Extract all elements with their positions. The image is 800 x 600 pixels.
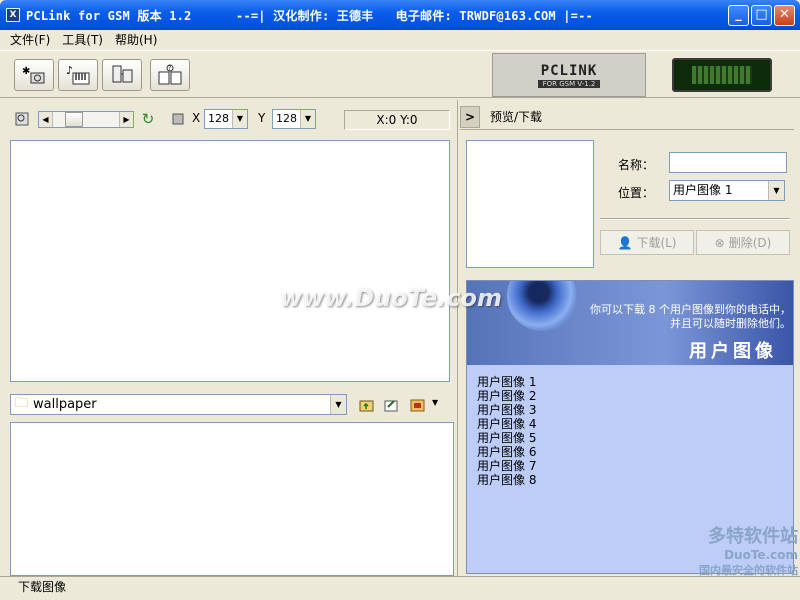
zoom-slider[interactable]: ◀ ▶: [38, 111, 134, 128]
corner-watermark: 多特软件站 DuoTe.com 国内最安全的软件站: [668, 522, 798, 578]
folder-value: wallpaper: [33, 397, 97, 412]
close-button[interactable]: ✕: [774, 5, 795, 26]
image-canvas[interactable]: [10, 140, 450, 382]
slider-left-arrow-icon[interactable]: ◀: [39, 112, 53, 127]
coordinates-display: X:0 Y:0: [344, 110, 450, 130]
slider-right-arrow-icon[interactable]: ▶: [119, 112, 133, 127]
minimize-button[interactable]: _: [728, 5, 749, 26]
preview-header: > 预览/下载: [460, 104, 794, 130]
x-size-value: 128: [208, 112, 229, 125]
chevron-down-icon[interactable]: ▼: [768, 181, 784, 200]
title-bar: X PCLink for GSM 版本 1.2 --=| 汉化制作: 王德丰 电…: [0, 0, 800, 30]
banner-title: 用户图像: [689, 341, 777, 362]
logo-sub-text: FOR GSM V-1.2: [537, 79, 601, 88]
app-icon: X: [6, 8, 20, 22]
capture-button[interactable]: ✱: [14, 59, 54, 91]
piano-icon: ♪: [66, 64, 90, 85]
x-size-select[interactable]: 128 ▼: [204, 109, 248, 129]
name-input[interactable]: [669, 152, 787, 173]
ringtone-button[interactable]: ♪: [58, 59, 98, 91]
refresh-icon[interactable]: ↻: [140, 110, 156, 128]
list-item[interactable]: 用户图像 3: [477, 403, 536, 417]
chevron-right-icon[interactable]: >: [460, 105, 480, 128]
folder-select[interactable]: 🗀 wallpaper ▼: [10, 394, 347, 415]
user-images-banner: 你可以下载 8 个用户图像到你的电话中， 并且可以随时删除他们。 用户图像: [467, 281, 793, 365]
delete-button-label: 删除(D): [728, 236, 772, 250]
list-item[interactable]: 用户图像 6: [477, 445, 536, 459]
menu-bar: 文件(F) 工具(T) 帮助(H): [0, 30, 800, 49]
download-button-label: 下载(L): [636, 236, 677, 250]
download-button[interactable]: 👤 下载(L): [600, 230, 694, 255]
corner-watermark-line2: DuoTe.com: [724, 548, 798, 562]
chevron-down-icon[interactable]: ▼: [300, 110, 315, 128]
toolbar: ✱ ♪ ? PCLINK FOR GSM V-1.2: [0, 50, 800, 98]
camera-icon: ✱: [22, 66, 45, 84]
chevron-down-icon[interactable]: ▼: [232, 110, 247, 128]
position-label: 位置：: [618, 186, 655, 200]
image-control-bar: ◀ ▶ ↻ X 128 ▼ Y 128 ▼ X:0 Y:0: [10, 108, 450, 130]
info-message-line1: 你可以下载 8 个用户图像到你的电话中，: [590, 303, 791, 316]
phone-connect-button[interactable]: [102, 59, 142, 91]
pclink-logo: PCLINK FOR GSM V-1.2: [492, 53, 646, 97]
menu-file[interactable]: 文件(F): [4, 31, 56, 48]
folder-bar: 🗀 wallpaper ▼ ▼: [10, 394, 450, 416]
preview-box: [466, 140, 594, 268]
logo-main-text: PCLINK: [540, 62, 598, 79]
separator: [600, 218, 790, 220]
menu-tools[interactable]: 工具(T): [56, 31, 109, 48]
corner-watermark-line3: 国内最安全的软件站: [699, 564, 798, 577]
watermark-text: www.DuoTe.com: [280, 284, 502, 312]
list-item[interactable]: 用户图像 5: [477, 431, 536, 445]
zoom-icon[interactable]: [14, 111, 30, 127]
info-message-line2: 并且可以随时删除他们。: [670, 317, 791, 330]
list-item[interactable]: 用户图像 8: [477, 473, 536, 487]
left-pane: ◀ ▶ ↻ X 128 ▼ Y 128 ▼ X:0 Y:0 🗀 wallpaper …: [0, 100, 458, 576]
list-item[interactable]: 用户图像 2: [477, 389, 536, 403]
book-icon: ?: [158, 64, 182, 85]
view-dropdown-icon[interactable]: ▼: [432, 398, 438, 407]
list-item[interactable]: 用户图像 1: [477, 375, 536, 389]
right-pane: > 预览/下载 名称： 位置： 用户图像 1 ▼ 👤 下载(L) ⊗ 删除(D) 你…: [460, 100, 800, 576]
user-icon: 👤: [617, 235, 633, 250]
position-select[interactable]: 用户图像 1 ▼: [669, 180, 785, 201]
delete-button[interactable]: ⊗ 删除(D): [696, 230, 790, 255]
delete-icon: ⊗: [714, 235, 725, 250]
lcd-indicator: [672, 58, 772, 92]
svg-text:?: ?: [168, 65, 171, 72]
info-message: 你可以下载 8 个用户图像到你的电话中， 并且可以随时删除他们。: [529, 303, 791, 331]
view-options-icon[interactable]: [409, 397, 425, 413]
svg-text:✱: ✱: [22, 66, 30, 77]
status-bar: 下载图像: [0, 576, 800, 600]
chevron-down-icon[interactable]: ▼: [330, 395, 346, 414]
menu-help[interactable]: 帮助(H): [109, 31, 163, 48]
folder-icon: 🗀: [15, 395, 29, 411]
user-image-list: 用户图像 1 用户图像 2 用户图像 3 用户图像 4 用户图像 5 用户图像 …: [477, 375, 536, 487]
y-label: Y: [258, 111, 266, 125]
name-label: 名称：: [618, 158, 655, 172]
crop-icon[interactable]: [170, 111, 186, 127]
slider-thumb[interactable]: [65, 112, 83, 127]
list-item[interactable]: 用户图像 4: [477, 417, 536, 431]
maximize-button[interactable]: □: [751, 5, 772, 26]
position-value: 用户图像 1: [673, 183, 733, 197]
folder-up-icon[interactable]: [358, 397, 374, 413]
list-item[interactable]: 用户图像 7: [477, 459, 536, 473]
svg-text:♪: ♪: [66, 64, 73, 77]
window-title: PCLink for GSM 版本 1.2 --=| 汉化制作: 王德丰 电子邮…: [26, 8, 593, 23]
y-size-value: 128: [276, 112, 297, 125]
x-label: X: [192, 111, 201, 125]
help-book-button[interactable]: ?: [150, 59, 190, 91]
y-size-select[interactable]: 128 ▼: [272, 109, 316, 129]
edit-folder-icon[interactable]: [383, 397, 399, 413]
phone-icon: [112, 65, 133, 83]
preview-header-title: 预览/下载: [490, 110, 543, 124]
corner-watermark-line1: 多特软件站: [708, 526, 798, 547]
file-list[interactable]: [10, 422, 454, 576]
